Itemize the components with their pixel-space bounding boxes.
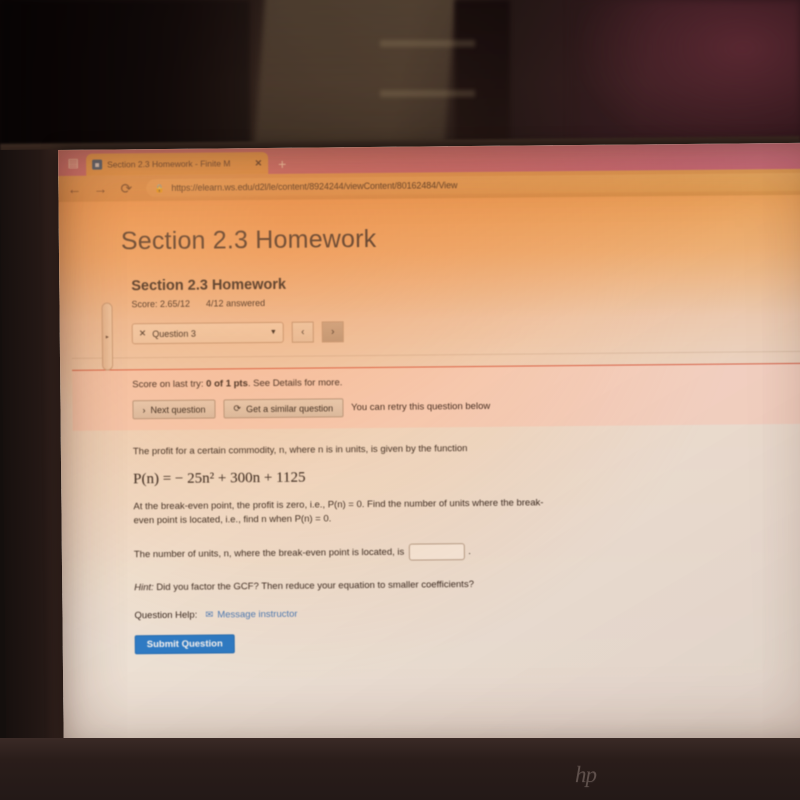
close-icon[interactable]: ✕ — [255, 158, 263, 169]
score-value: 0 of 1 pts — [206, 378, 248, 390]
site-favicon: ◼ — [92, 159, 103, 170]
question-body: The profit for a certain commodity, n, w… — [132, 424, 783, 655]
page-content: Section 2.3 Homework ▸ Progre Section 2.… — [58, 194, 800, 750]
back-icon[interactable]: ← — [66, 181, 82, 197]
collections-icon[interactable]: ▤ — [62, 153, 84, 173]
reflection-shelf — [380, 90, 475, 97]
answered-label: 4/12 answered — [205, 298, 266, 309]
photo-of-laptop-screen: ▤ ◼ Section 2.3 Homework - Finite M ✕ + … — [0, 0, 800, 800]
prev-question-button[interactable]: ‹ — [291, 321, 314, 343]
chevron-down-icon: ▼ — [269, 328, 277, 336]
last-try-score-text: Score on last try: 0 of 1 pts. See Detai… — [132, 373, 800, 391]
hint-text: Hint: Did you factor the GCF? Then reduc… — [134, 576, 782, 593]
laptop-screen: ▤ ◼ Section 2.3 Homework - Finite M ✕ + … — [58, 142, 800, 750]
question-prompt: The profit for a certain commodity, n, w… — [132, 443, 468, 458]
screen-reflection — [0, 0, 800, 160]
incorrect-icon: ✕ — [138, 328, 147, 339]
message-instructor-link[interactable]: ✉ Message instructor — [205, 609, 297, 621]
hint-label: Hint: — [134, 582, 154, 594]
reflection-dark-post — [455, 0, 510, 160]
reflection-shelf — [380, 40, 475, 47]
reload-icon[interactable]: ⟳ — [118, 180, 134, 196]
score-suffix: . See Details for more. — [247, 377, 343, 390]
browser-tab-title: Section 2.3 Homework - Finite M — [107, 158, 231, 170]
question-help-row: Question Help: ✉ Message instructor — [134, 604, 782, 622]
message-instructor-label: Message instructor — [217, 608, 298, 621]
expand-panel-handle[interactable]: ▸ — [101, 302, 114, 371]
hint-body: Did you factor the GCF? Then reduce your… — [153, 579, 474, 594]
answer-prompt: The number of units, n, where the break-… — [133, 546, 405, 561]
profit-function-formula: P(n) = − 25n² + 300n + 1125 — [133, 469, 306, 488]
laptop-bezel-bottom: hp — [0, 738, 800, 800]
answer-input[interactable] — [409, 543, 466, 561]
chevron-right-icon: › — [142, 404, 146, 415]
next-question-button-alert[interactable]: › Next question — [132, 399, 216, 420]
answer-suffix: . — [468, 546, 471, 558]
answer-row: The number of units, n, where the break-… — [134, 540, 782, 563]
hp-logo: hp — [575, 762, 597, 787]
assignment-container: ▸ Progre Section 2.3 Homework Score: 2.6… — [59, 250, 800, 655]
question-help-label: Question Help: — [134, 609, 198, 622]
divider — [71, 350, 800, 359]
last-try-alert: Score on last try: 0 of 1 pts. See Detai… — [72, 362, 800, 431]
score-prefix: Score on last try: — [132, 378, 207, 391]
mail-icon: ✉ — [205, 609, 214, 621]
new-tab-button[interactable]: + — [270, 156, 294, 172]
browser-tab[interactable]: ◼ Section 2.3 Homework - Finite M ✕ — [86, 151, 269, 176]
alert-buttons: › Next question ⟳ Get a similar question… — [132, 394, 800, 420]
refresh-icon: ⟳ — [233, 403, 242, 414]
submit-question-button[interactable]: Submit Question — [134, 634, 235, 655]
assignment-title: Section 2.3 Homework — [131, 276, 287, 295]
next-question-button[interactable]: › — [321, 321, 344, 343]
question-select[interactable]: ✕ Question 3 ▼ — [131, 321, 284, 345]
page-title: Section 2.3 Homework — [120, 224, 377, 256]
forward-icon[interactable]: → — [92, 181, 108, 197]
question-select-value: Question 3 — [152, 328, 196, 339]
score-label: Score: 2.65/12 — [131, 298, 191, 310]
assignment-score-row: Score: 2.65/12 4/12 answered — [131, 293, 779, 309]
retry-note: You can retry this question below — [351, 400, 491, 414]
get-similar-question-button[interactable]: ⟳ Get a similar question — [223, 398, 344, 419]
get-similar-question-label: Get a similar question — [246, 402, 334, 414]
next-question-label: Next question — [150, 404, 206, 415]
address-bar-url: https://elearn.ws.edu/d2l/le/content/892… — [171, 180, 458, 193]
address-bar[interactable]: 🔒 https://elearn.ws.edu/d2l/le/content/8… — [146, 172, 800, 198]
question-navigation: ✕ Question 3 ▼ ‹ › — [131, 317, 780, 345]
reflection-dark-left — [0, 0, 250, 160]
lock-icon: 🔒 — [154, 183, 165, 193]
